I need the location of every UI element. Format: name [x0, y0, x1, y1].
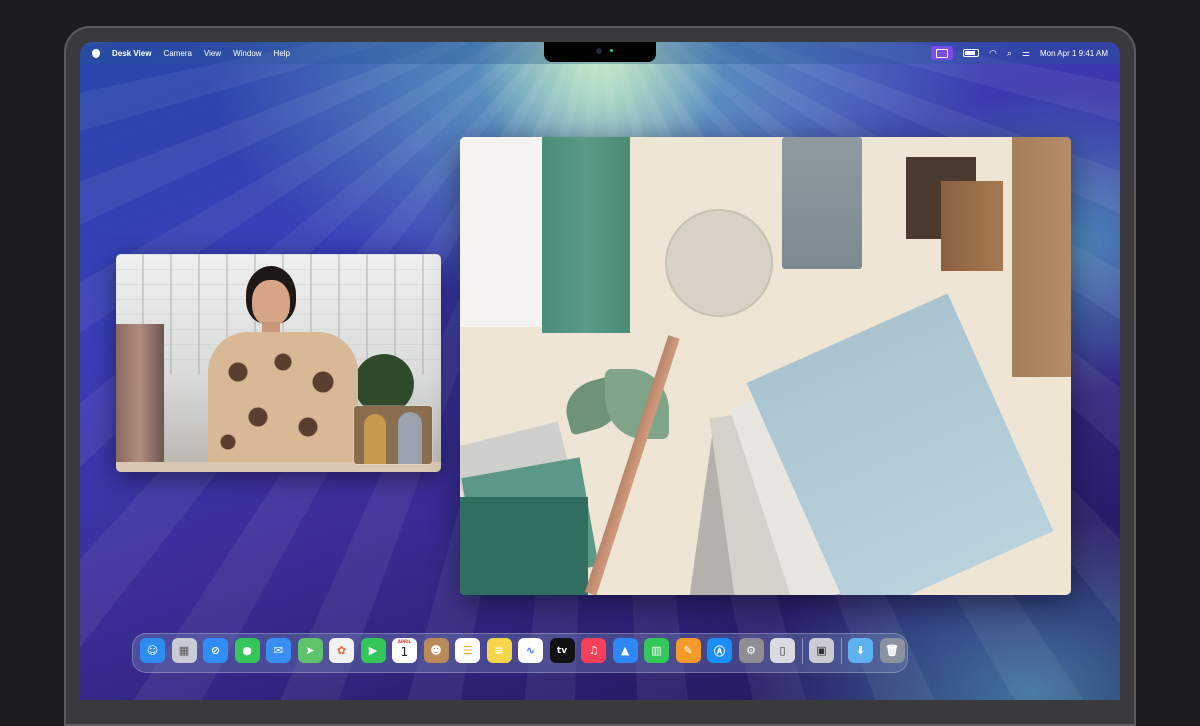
dock: ☺ ▦ ⊘ ● ✉ ➤ ✿ ▶ APRIL 1 ☻ ☰ ≡ ∿ tv ♫ ▲ ▥…: [132, 633, 908, 673]
desk-view-status-icon[interactable]: [930, 46, 953, 60]
keynote-icon[interactable]: ▲: [612, 638, 638, 663]
caller-video: [208, 266, 358, 472]
facetime-icon[interactable]: ▶: [360, 638, 386, 663]
wifi-icon[interactable]: ◠: [989, 48, 997, 59]
white-swatch: [460, 137, 542, 327]
messages-icon[interactable]: ●: [234, 638, 260, 663]
downloads-folder-icon[interactable]: ⬇: [848, 638, 873, 663]
green-tile-sample: [542, 137, 630, 333]
finder-icon[interactable]: ☺: [140, 638, 165, 663]
plant: [354, 354, 414, 414]
contacts-icon[interactable]: ☻: [423, 638, 449, 663]
trash-icon[interactable]: 🗑: [879, 638, 905, 663]
grey-tile-sample: [782, 137, 862, 269]
system-settings-icon[interactable]: ⚙: [738, 638, 764, 663]
cork-disc-sample: [665, 209, 773, 317]
notes-icon[interactable]: ≡: [486, 638, 512, 663]
calendar-day: 1: [400, 645, 409, 659]
tv-icon[interactable]: tv: [549, 638, 575, 663]
numbers-icon[interactable]: ▥: [644, 638, 669, 663]
freeform-icon[interactable]: ∿: [518, 638, 543, 663]
camera-indicator-light: [610, 49, 613, 52]
launchpad-icon[interactable]: ▦: [171, 638, 197, 663]
control-center-icon[interactable]: ⚌: [1022, 48, 1030, 59]
dock-separator: [801, 638, 803, 664]
pages-icon[interactable]: ✎: [675, 638, 701, 663]
iphone-mirroring-icon[interactable]: ▯: [770, 638, 795, 663]
dark-teal-card-sample: [460, 497, 588, 595]
menu-app-name[interactable]: Desk View: [112, 49, 151, 58]
calendar-month: APRIL: [397, 639, 412, 644]
desktop-screen: Desk View Camera View Window Help ◠ ⌕ ⚌ …: [80, 42, 1120, 700]
apple-menu-icon[interactable]: [92, 48, 100, 58]
self-view-thumbnail[interactable]: [354, 406, 432, 464]
light-wood-sample: [941, 181, 1003, 271]
calendar-icon[interactable]: APRIL 1: [392, 638, 417, 663]
camera-lens: [596, 48, 602, 54]
reminders-icon[interactable]: ☰: [455, 638, 480, 663]
menu-window[interactable]: Window: [233, 49, 261, 58]
battery-icon[interactable]: [962, 49, 979, 57]
desk-view-window[interactable]: [460, 137, 1071, 595]
camera-notch: [544, 42, 656, 62]
photos-icon[interactable]: ✿: [329, 638, 354, 663]
menu-camera[interactable]: Camera: [163, 49, 191, 58]
menu-bar-clock[interactable]: Mon Apr 1 9:41 AM: [1040, 49, 1108, 58]
menu-help[interactable]: Help: [274, 49, 290, 58]
mail-icon[interactable]: ✉: [266, 638, 291, 663]
facetime-call-window[interactable]: [116, 254, 441, 472]
dock-separator: [840, 638, 842, 664]
maps-icon[interactable]: ➤: [297, 638, 323, 663]
app-store-icon[interactable]: Ⓐ: [707, 638, 732, 663]
safari-icon[interactable]: ⊘: [203, 638, 228, 663]
clothing-rack: [116, 324, 164, 464]
menu-view[interactable]: View: [204, 49, 221, 58]
wood-plank: [1012, 137, 1071, 377]
desk-view-icon[interactable]: ▣: [809, 638, 834, 663]
spotlight-search-icon[interactable]: ⌕: [1007, 48, 1012, 59]
music-icon[interactable]: ♫: [581, 638, 606, 663]
